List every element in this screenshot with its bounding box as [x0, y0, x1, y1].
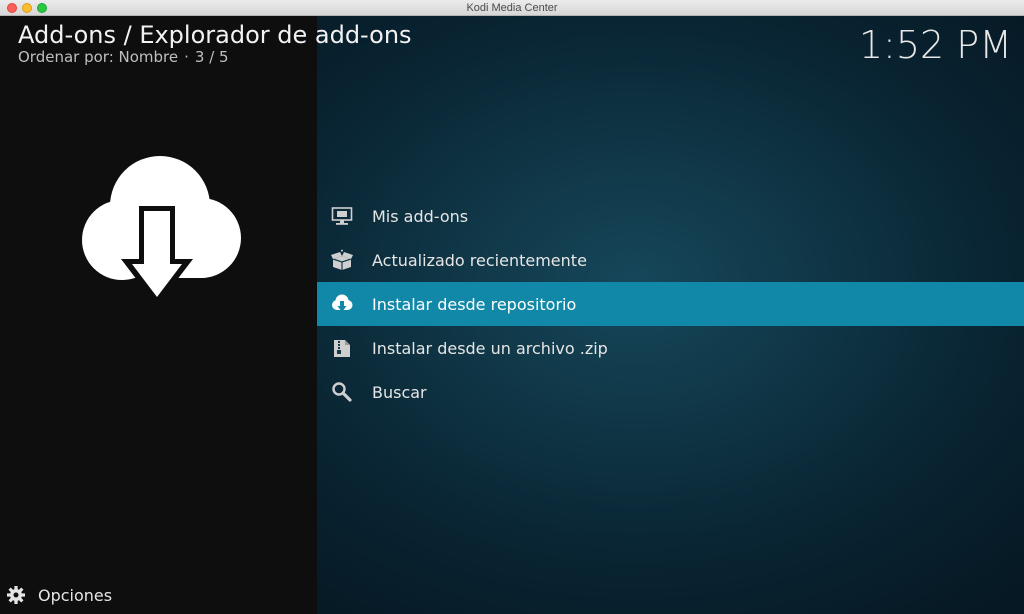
menu-item-instalar-desde-zip[interactable]: Instalar desde un archivo .zip — [317, 326, 1024, 370]
menu-item-actualizado-recientemente[interactable]: Actualizado recientemente — [317, 238, 1024, 282]
cloud-download-large-icon — [82, 156, 241, 306]
item-position: 3 / 5 — [194, 48, 229, 66]
menu-item-instalar-desde-repositorio[interactable]: Instalar desde repositorio — [317, 282, 1024, 326]
menu-item-label: Buscar — [372, 382, 427, 402]
addon-browser-menu: Mis add-ons Actualizado recientemente In… — [317, 194, 1024, 414]
menu-item-label: Instalar desde un archivo .zip — [372, 338, 608, 358]
left-info-pane — [0, 16, 317, 614]
clock: 1:52 PM — [858, 23, 1012, 67]
sort-label[interactable]: Ordenar por: Nombre — [18, 48, 178, 66]
window-titlebar: Kodi Media Center — [0, 0, 1024, 16]
zip-file-icon — [331, 337, 353, 359]
menu-item-label: Actualizado recientemente — [372, 250, 587, 270]
monitor-addons-icon — [331, 205, 353, 227]
menu-item-label: Mis add-ons — [372, 206, 469, 226]
menu-item-mis-addons[interactable]: Mis add-ons — [317, 194, 1024, 238]
options-label: Opciones — [38, 585, 113, 605]
search-icon — [331, 381, 353, 403]
kodi-app: Add-ons / Explorador de add-ons Ordenar … — [0, 16, 1024, 614]
sort-separator: · — [184, 48, 189, 66]
options-button[interactable]: Opciones — [6, 585, 112, 605]
gear-icon — [7, 586, 25, 604]
open-box-icon — [331, 249, 353, 271]
menu-item-label: Instalar desde repositorio — [372, 294, 577, 314]
window-title: Kodi Media Center — [466, 2, 558, 14]
menu-item-buscar[interactable]: Buscar — [317, 370, 1024, 414]
breadcrumb: Add-ons / Explorador de add-ons — [18, 21, 412, 49]
sort-info: Ordenar por: Nombre · 3 / 5 — [18, 48, 229, 66]
cloud-download-icon — [331, 293, 353, 315]
